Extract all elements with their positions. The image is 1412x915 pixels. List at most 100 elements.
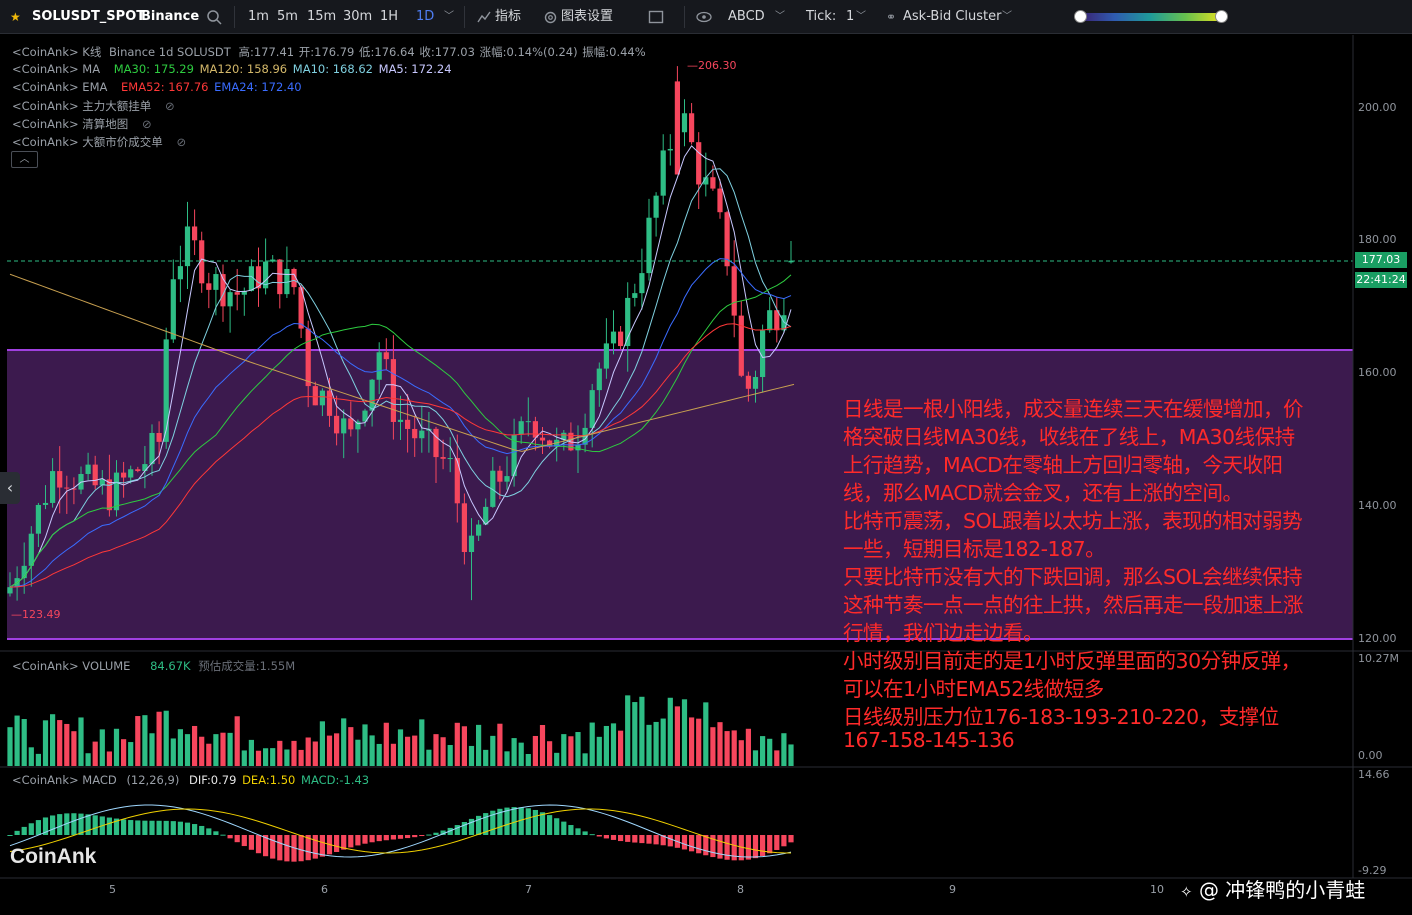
macd-bar	[390, 835, 396, 840]
legend-liquidation-map: <CoinAnk> 清算地图 ⊘	[12, 116, 156, 132]
volume-bar	[724, 731, 730, 766]
macd-bar	[192, 824, 198, 835]
candle	[738, 301, 744, 378]
volume-bar	[646, 724, 652, 766]
eye-off-icon[interactable]: ⊘	[176, 135, 186, 149]
macd-bar	[596, 835, 602, 837]
candle-body	[7, 587, 13, 594]
volume-bar	[625, 695, 631, 766]
candle-body	[341, 418, 347, 434]
candle	[248, 259, 254, 292]
candle-body	[689, 113, 695, 143]
candle	[717, 179, 723, 219]
candle	[696, 132, 702, 210]
volume-bar	[703, 702, 709, 766]
candle-body	[319, 390, 325, 406]
macd-bar	[220, 834, 226, 836]
volume-bar	[539, 725, 546, 766]
volume-bar	[639, 696, 645, 766]
volume-bar	[255, 750, 262, 766]
legend-open: 开:176.79	[298, 45, 355, 59]
collapse-legend-button[interactable]: ︿	[11, 151, 38, 168]
candle-body	[476, 524, 482, 536]
macd-bar	[575, 828, 581, 835]
macd-bar	[646, 835, 652, 844]
candle	[170, 259, 176, 343]
eye-off-icon[interactable]: ⊘	[165, 99, 175, 113]
volume-bar	[461, 726, 467, 766]
macd-bar	[639, 835, 645, 844]
volume-bar	[525, 753, 531, 766]
macd-legend: <CoinAnk> MACD (12,26,9) DIF:0.79 DEA:1.…	[12, 773, 373, 787]
legend-source: <CoinAnk>	[12, 45, 79, 59]
macd-bar	[106, 817, 112, 835]
candle	[227, 289, 233, 333]
legend-name: EMA	[82, 80, 108, 94]
candle	[774, 297, 780, 343]
eye-off-icon[interactable]: ⊘	[142, 117, 152, 131]
candle-body	[419, 430, 425, 439]
macd-bar	[163, 820, 169, 835]
legend-name: 主力大额挂单	[82, 99, 152, 113]
macd-bar	[632, 835, 638, 843]
candle-body	[184, 226, 191, 267]
time-axis-label: 8	[737, 883, 744, 896]
volume-bar	[582, 753, 588, 766]
legend-source: <CoinAnk>	[12, 80, 79, 94]
macd-bar	[433, 832, 439, 835]
volume-bar	[113, 728, 120, 766]
macd-bar	[241, 835, 247, 847]
candle-body	[731, 266, 737, 316]
candle-body	[57, 471, 63, 488]
macd-bar	[419, 835, 425, 837]
volume-bar	[156, 711, 162, 766]
candle	[660, 134, 666, 205]
volume-bar	[476, 724, 482, 766]
volume-bar	[504, 751, 510, 766]
volume-bar	[781, 733, 787, 766]
candle-body	[433, 428, 439, 458]
macd-bar	[78, 813, 84, 835]
volume-bar	[121, 739, 127, 766]
macd-bar	[312, 835, 318, 859]
candle-body	[92, 464, 98, 486]
price-axis-label: 160.00	[1358, 366, 1397, 379]
volume-bar	[85, 753, 91, 766]
macd-bar	[7, 835, 13, 836]
volume-bar	[575, 732, 581, 766]
candle-body	[447, 458, 453, 460]
macd-bar	[397, 835, 404, 839]
macd-bar	[199, 825, 205, 835]
candle	[788, 241, 794, 264]
candle-body	[724, 212, 730, 267]
candle	[184, 201, 191, 290]
candle-body	[440, 457, 446, 459]
candle	[632, 283, 638, 307]
candle-body	[149, 432, 155, 465]
candle-body	[710, 177, 716, 189]
note-line: 只要比特币没有大的下跌回调，那么SOL会继续保持	[843, 565, 1303, 589]
macd-bar	[696, 835, 702, 854]
volume-bar	[142, 715, 148, 766]
volume-bar	[632, 702, 638, 766]
legend-big-orders: <CoinAnk> 主力大额挂单 ⊘	[12, 98, 179, 114]
collapse-left-panel-button[interactable]: ‹	[0, 472, 20, 504]
legend-source: <CoinAnk>	[12, 135, 79, 149]
candle-body	[639, 273, 645, 294]
candle-body	[234, 292, 240, 295]
volume-bar	[618, 730, 624, 766]
candle-body	[348, 418, 354, 430]
volume-bar	[106, 751, 112, 766]
macd-bar	[717, 835, 723, 859]
kline-legend: <CoinAnk> K线 Binance 1d SOLUSDT 高:177.41…	[12, 44, 650, 60]
volume-bar	[788, 744, 794, 766]
legend-source: <CoinAnk>	[12, 99, 79, 113]
candle-body	[42, 502, 49, 505]
volume-bar	[184, 734, 191, 766]
note-line: 格突破日线MA30线，收线在了线上，MA30线保持	[843, 425, 1295, 449]
candle-body	[589, 390, 595, 428]
legend-ma10: MA10: 168.62	[292, 62, 373, 76]
volume-bar	[199, 736, 205, 766]
candle-body	[326, 390, 333, 416]
macd-bar	[255, 835, 262, 854]
